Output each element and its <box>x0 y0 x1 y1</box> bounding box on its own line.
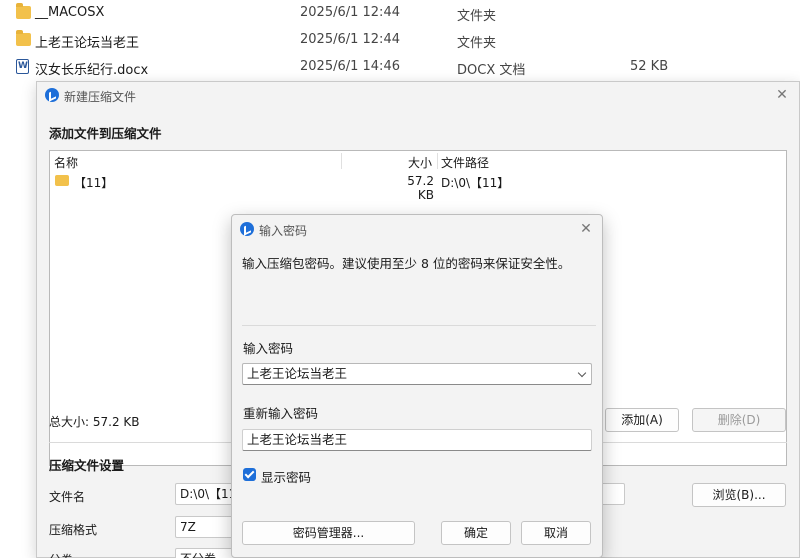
file-date: 2025/6/1 14:46 <box>300 59 400 74</box>
list-header: 名称 大小 文件路径 <box>50 151 786 171</box>
ok-button[interactable]: 确定 <box>441 521 511 545</box>
column-path[interactable]: 文件路径 <box>441 154 489 171</box>
file-name: 上老王论坛当老王 <box>35 36 140 51</box>
app-logo-icon <box>240 222 254 236</box>
list-item-size: 57.2 KB <box>407 174 434 202</box>
column-separator[interactable] <box>341 153 342 169</box>
dialog-title: 输入密码 <box>259 224 308 238</box>
add-button[interactable]: 添加(A) <box>605 408 679 432</box>
reenter-password-label: 重新输入密码 <box>243 406 319 421</box>
column-separator[interactable] <box>437 153 438 169</box>
file-date: 2025/6/1 12:44 <box>300 32 400 47</box>
volume-label: 分卷 <box>49 551 73 558</box>
dialog-title: 新建压缩文件 <box>64 90 137 104</box>
file-size: 52 KB <box>630 59 669 74</box>
show-password-label[interactable]: 显示密码 <box>261 467 311 486</box>
file-name: __MACOSX <box>35 5 105 20</box>
password-manager-button[interactable]: 密码管理器... <box>242 521 415 545</box>
total-size: 总大小: 57.2 KB <box>49 415 140 429</box>
password-value: 上老王论坛当老王 <box>247 366 348 381</box>
divider <box>242 325 596 326</box>
reenter-password-input[interactable]: 上老王论坛当老王 <box>242 429 592 451</box>
column-size[interactable]: 大小 <box>408 154 432 171</box>
file-date: 2025/6/1 12:44 <box>300 5 400 20</box>
section-archive-settings: 压缩文件设置 <box>49 458 125 473</box>
close-icon[interactable]: ✕ <box>579 222 593 236</box>
file-type: 文件夹 <box>457 9 497 24</box>
password-label: 输入密码 <box>243 341 294 356</box>
password-input[interactable]: 上老王论坛当老王 <box>242 363 592 385</box>
file-name: 汉女长乐纪行.docx <box>35 63 149 78</box>
password-dialog: 输入密码 ✕ 输入压缩包密码。建议使用至少 8 位的密码来保证安全性。 输入密码… <box>231 214 603 558</box>
format-label: 压缩格式 <box>49 523 98 537</box>
explorer-row[interactable]: 汉女长乐纪行.docx 2025/6/1 14:46 DOCX 文档 52 KB <box>0 54 800 81</box>
folder-icon <box>16 3 31 19</box>
explorer-row[interactable]: 上老王论坛当老王 2025/6/1 12:44 文件夹 <box>0 27 800 54</box>
browse-button[interactable]: 浏览(B)... <box>692 483 786 507</box>
list-item-path: D:\0\【11】 <box>441 176 510 190</box>
close-icon[interactable]: ✕ <box>775 88 789 102</box>
column-name[interactable]: 名称 <box>54 154 78 171</box>
file-type: 文件夹 <box>457 36 497 51</box>
file-type: DOCX 文档 <box>457 63 526 78</box>
docx-icon <box>16 59 29 74</box>
chevron-down-icon[interactable] <box>577 368 587 378</box>
folder-icon <box>16 30 31 46</box>
list-item-name[interactable]: 【11】 <box>74 174 113 191</box>
folder-icon <box>55 175 69 186</box>
section-add-files: 添加文件到压缩文件 <box>49 126 162 141</box>
delete-button[interactable]: 删除(D) <box>692 408 786 432</box>
app-logo-icon <box>45 88 59 102</box>
show-password-checkbox[interactable] <box>243 468 256 481</box>
password-hint-message: 输入压缩包密码。建议使用至少 8 位的密码来保证安全性。 <box>242 256 571 271</box>
cancel-button[interactable]: 取消 <box>521 521 591 545</box>
filename-label: 文件名 <box>49 490 86 504</box>
explorer-row[interactable]: __MACOSX 2025/6/1 12:44 文件夹 <box>0 0 800 27</box>
